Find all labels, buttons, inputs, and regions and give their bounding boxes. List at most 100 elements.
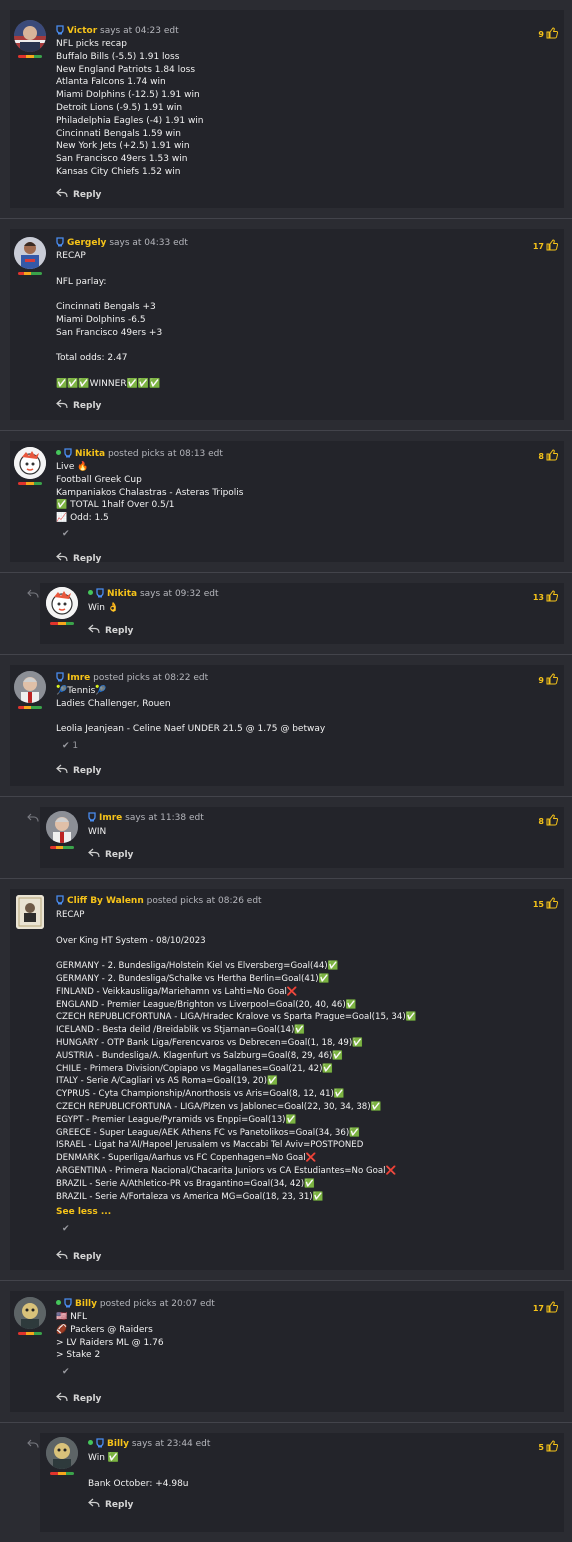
comment-card: Billy says at 23:44 edt Win ✅ Bank Octobe…	[0, 1422, 572, 1532]
username-link[interactable]: Imre	[67, 673, 90, 683]
comment-line	[56, 947, 416, 960]
comment-line: Bank October: +4.98u	[88, 1478, 189, 1489]
like-button[interactable]: 13	[528, 589, 559, 605]
online-status-dot	[56, 450, 61, 455]
avatar[interactable]	[14, 237, 46, 275]
trophy-badge-icon	[64, 448, 72, 462]
comment-line: Cincinnati Bengals +3	[56, 302, 156, 313]
trophy-badge-icon	[88, 812, 96, 826]
comment-line: San Francisco 49ers +3	[56, 327, 163, 338]
reply-arrow-icon	[88, 624, 100, 637]
reply-arrow-icon	[56, 188, 68, 201]
username-link[interactable]: Billy	[107, 1439, 129, 1449]
avatar[interactable]	[14, 1297, 46, 1335]
like-count: 8	[538, 816, 544, 826]
reply-button[interactable]: Reply	[56, 552, 101, 565]
user-avatar-image	[14, 447, 46, 479]
timestamp: says at 04:33 edt	[109, 238, 188, 248]
avatar[interactable]	[46, 811, 78, 849]
verified-check-icon: ✔	[62, 1367, 70, 1377]
rank-bar	[18, 55, 42, 58]
comment-line: 📈 Odd: 1.5	[56, 513, 109, 524]
comment-line: Atlanta Falcons 1.74 win	[56, 77, 166, 88]
reply-label: Reply	[105, 625, 134, 636]
verified-check-icon: ✔	[62, 529, 70, 539]
username-link[interactable]: Imre	[99, 813, 122, 823]
thumbs-up-icon	[546, 896, 559, 912]
like-button[interactable]: 9	[528, 26, 559, 41]
like-button[interactable]: 17	[528, 1300, 559, 1315]
reply-button[interactable]: Reply	[88, 848, 133, 861]
comment-line: ITALY - Serie A/Cagliari vs AS Roma=Goal…	[56, 1076, 278, 1087]
comment-line: FINLAND - Veikkausliiga/Mariehamn vs Lah…	[56, 986, 298, 997]
username-link[interactable]: Gergely	[67, 238, 106, 248]
comment-line: EGYPT - Premier League/Pyramids vs Enppi…	[56, 1114, 297, 1125]
avatar[interactable]	[14, 447, 46, 485]
like-count: 13	[532, 592, 544, 602]
comment-line: ✅ TOTAL 1half Over 0.5/1	[56, 500, 175, 511]
comment-line	[56, 340, 162, 353]
comment-header: Imre posted picks at 08:22 edt	[56, 672, 208, 686]
like-button[interactable]: 5	[528, 1439, 559, 1454]
avatar[interactable]	[46, 1437, 78, 1475]
like-button[interactable]: 8	[528, 448, 559, 464]
username-link[interactable]: Nikita	[75, 449, 105, 459]
comment-line: Philadelphia Eagles (-4) 1.91 win	[56, 115, 204, 126]
online-status-dot	[88, 590, 93, 595]
comment-line: Ladies Challenger, Rouen	[56, 698, 171, 709]
verified-check-icon: ✔ 1	[62, 741, 79, 751]
reply-arrow-icon	[56, 764, 68, 777]
reply-arrow-icon	[88, 848, 100, 861]
username-link[interactable]: Cliff By Walenn	[67, 896, 144, 906]
like-button[interactable]: 9	[528, 672, 559, 687]
user-avatar-image	[46, 587, 78, 619]
comment-line: 🇺🇸 NFL	[56, 1312, 87, 1322]
comment-card: Billy posted picks at 20:07 edt 🇺🇸 NFL 🏈 …	[0, 1280, 572, 1422]
like-count: 5	[538, 1442, 544, 1452]
comment-header: Billy says at 23:44 edt	[88, 1438, 210, 1452]
thumbs-up-icon	[546, 238, 559, 254]
reply-button[interactable]: Reply	[88, 624, 133, 637]
comment-header: Cliff By Walenn posted picks at 08:26 ed…	[56, 895, 262, 909]
comment-line: ISRAEL - Ligat ha'Al/Hapoel Jerusalem vs…	[56, 1140, 364, 1151]
username-link[interactable]: Nikita	[107, 589, 137, 599]
like-button[interactable]: 15	[528, 896, 559, 912]
comment-line: Win 👌	[88, 603, 119, 613]
thumbs-up-icon	[546, 589, 559, 605]
avatar[interactable]	[14, 20, 46, 58]
comment-line: ✅✅✅WINNER✅✅✅	[56, 378, 161, 389]
comment-line	[56, 263, 162, 276]
comment-line: San Francisco 49ers 1.53 win	[56, 154, 188, 165]
comment-text: Win ✅ Bank October: +4.98u	[88, 1452, 189, 1490]
like-button[interactable]: 17	[528, 238, 559, 254]
thumbs-up-icon	[546, 448, 559, 464]
comment-line	[56, 711, 325, 724]
comment-line: 🏈 Packers @ Raiders	[56, 1324, 153, 1335]
comment-line: BRAZIL - Serie A/Fortaleza vs America MG…	[56, 1191, 324, 1202]
avatar[interactable]	[46, 587, 78, 625]
avatar[interactable]	[14, 671, 46, 709]
username-link[interactable]: Victor	[67, 26, 97, 36]
comment-header: Billy posted picks at 20:07 edt	[56, 1298, 215, 1312]
comment-line: RECAP	[56, 910, 85, 920]
reply-button[interactable]: Reply	[56, 1250, 101, 1263]
reply-button[interactable]: Reply	[56, 764, 101, 777]
reply-button[interactable]: Reply	[88, 1498, 133, 1511]
reply-button[interactable]: Reply	[56, 1392, 101, 1405]
username-link[interactable]: Billy	[75, 1299, 97, 1309]
see-less-link[interactable]: See less ...	[56, 1206, 111, 1219]
timestamp: says at 09:32 edt	[139, 589, 219, 599]
comment-text: 🇺🇸 NFL 🏈 Packers @ Raiders > LV Raiders ML…	[56, 1311, 164, 1362]
comment-line: Cincinnati Bengals 1.59 win	[56, 128, 181, 139]
comment-card: Gergely says at 04:33 edt RECAP NFL parla…	[0, 218, 572, 430]
comment-line: GERMANY - 2. Bundesliga/Holstein Kiel vs…	[56, 961, 339, 972]
user-avatar-image	[14, 237, 46, 269]
reply-button[interactable]: Reply	[56, 399, 101, 412]
comment-header: Imre says at 11:38 edt	[88, 812, 204, 826]
reply-button[interactable]: Reply	[56, 188, 101, 201]
avatar[interactable]	[14, 895, 46, 929]
rank-bar	[18, 482, 42, 485]
timestamp: posted picks at 08:22 edt	[93, 673, 209, 683]
like-button[interactable]: 8	[528, 813, 559, 828]
thread-reply-icon	[27, 1439, 39, 1452]
